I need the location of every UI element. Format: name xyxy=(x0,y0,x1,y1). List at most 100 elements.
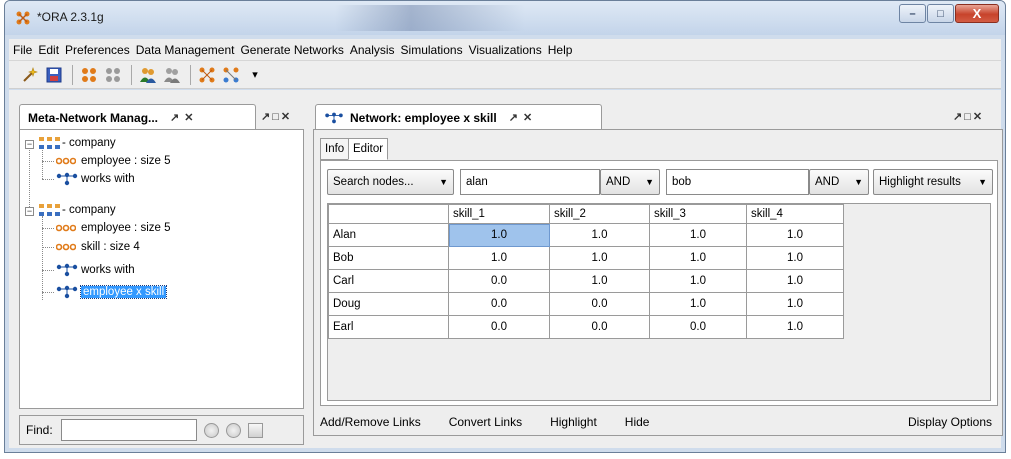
network-editor-dock: Network: employee x skill ↗ ✕ ↗□✕ Info E… xyxy=(313,104,1003,436)
row-header[interactable]: Alan xyxy=(328,223,449,247)
dropdown-value: Highlight results xyxy=(879,176,961,188)
wand-icon[interactable] xyxy=(19,64,41,86)
menu-analysis[interactable]: Analysis xyxy=(350,43,395,57)
tree-item-meta-network[interactable]: - company xyxy=(38,201,116,219)
matrix-cell[interactable]: 0.0 xyxy=(448,269,550,293)
find-options-button[interactable] xyxy=(247,422,263,438)
dock-controls[interactable]: ↗□✕ xyxy=(953,110,984,123)
menu-edit[interactable]: Edit xyxy=(38,43,59,57)
column-header[interactable]: skill_4 xyxy=(746,204,844,224)
column-header[interactable]: skill_3 xyxy=(649,204,747,224)
tab-meta-network-manager[interactable]: Meta-Network Manag... ↗ ✕ xyxy=(19,104,256,130)
chevron-down-icon: ▼ xyxy=(439,177,448,187)
matrix-cell[interactable]: 1.0 xyxy=(746,315,844,339)
close-button[interactable]: X xyxy=(955,4,999,23)
toolbar: ▾ xyxy=(9,61,1001,89)
tab-close-icon[interactable]: ✕ xyxy=(184,111,193,124)
tree-item-network[interactable]: works with xyxy=(56,170,135,188)
tab-close-icon[interactable]: ✕ xyxy=(523,111,532,124)
tab-editor[interactable]: Editor xyxy=(348,138,389,160)
node-set-icon[interactable] xyxy=(78,64,100,86)
matrix-cell[interactable]: 1.0 xyxy=(549,269,650,293)
save-icon[interactable] xyxy=(43,64,65,86)
find-input[interactable] xyxy=(60,419,197,441)
operator-2-dropdown[interactable]: AND ▼ xyxy=(809,169,869,195)
matrix-cell[interactable]: 0.0 xyxy=(448,315,550,339)
matrix-cell[interactable]: 0.0 xyxy=(448,292,550,316)
matrix-cell[interactable]: 0.0 xyxy=(649,315,747,339)
tree-item-meta-network[interactable]: - company xyxy=(38,134,116,152)
collapse-toggle[interactable]: − xyxy=(25,207,34,216)
dock-controls[interactable]: ↗□✕ xyxy=(261,110,292,123)
matrix-cell[interactable]: 1.0 xyxy=(649,269,747,293)
row-header[interactable]: Bob xyxy=(328,246,449,270)
convert-links-button[interactable]: Convert Links xyxy=(449,415,522,429)
input-value: alan xyxy=(466,176,488,188)
network-icon[interactable] xyxy=(196,64,218,86)
operator-1-dropdown[interactable]: AND ▼ xyxy=(600,169,660,195)
tree-item-network[interactable]: works with xyxy=(56,261,135,279)
tree-item-node-set[interactable]: skill : size 4 xyxy=(56,238,140,256)
search-mode-dropdown[interactable]: Search nodes... ▼ xyxy=(327,169,454,195)
matrix-cell[interactable]: 1.0 xyxy=(448,246,550,270)
node-set-gray-icon[interactable] xyxy=(102,64,124,86)
find-next-button[interactable] xyxy=(225,422,241,438)
matrix-cell[interactable]: 1.0 xyxy=(649,292,747,316)
menu-help[interactable]: Help xyxy=(548,43,573,57)
minimize-button[interactable]: – xyxy=(899,4,926,23)
row-header[interactable]: Doug xyxy=(328,292,449,316)
network-dropdown-icon[interactable] xyxy=(220,64,242,86)
column-header[interactable]: skill_2 xyxy=(549,204,650,224)
matrix-cell[interactable]: 0.0 xyxy=(549,292,650,316)
collapse-toggle[interactable]: − xyxy=(25,140,34,149)
agents-icon[interactable] xyxy=(137,64,159,86)
tree-item-label: employee x skill xyxy=(79,285,168,299)
matrix-cell[interactable]: 1.0 xyxy=(746,292,844,316)
matrix-cell[interactable]: 1.0 xyxy=(746,223,844,247)
hide-button[interactable]: Hide xyxy=(625,415,650,429)
app-window: *ORA 2.3.1g – □ X File Edit Preferences … xyxy=(4,0,1006,453)
tab-network-employee-x-skill[interactable]: Network: employee x skill ↗ ✕ xyxy=(315,104,602,130)
tree-item-node-set[interactable]: employee : size 5 xyxy=(56,219,171,237)
column-header[interactable]: skill_1 xyxy=(448,204,550,224)
tree-connector xyxy=(42,270,54,271)
highlight-results-dropdown[interactable]: Highlight results ▼ xyxy=(873,169,993,195)
title-bar[interactable]: *ORA 2.3.1g – □ X xyxy=(5,1,1005,35)
find-previous-button[interactable] xyxy=(203,422,219,438)
meta-network-icon xyxy=(39,137,60,149)
tree-item-network-selected[interactable]: employee x skill xyxy=(56,283,168,301)
menu-visualizations[interactable]: Visualizations xyxy=(469,43,542,57)
row-header[interactable]: Earl xyxy=(328,315,449,339)
highlight-button[interactable]: Highlight xyxy=(550,415,597,429)
matrix-cell[interactable]: 1.0 xyxy=(549,246,650,270)
tree-item-node-set[interactable]: employee : size 5 xyxy=(56,152,171,170)
menu-data-management[interactable]: Data Management xyxy=(136,43,235,57)
menu-preferences[interactable]: Preferences xyxy=(65,43,130,57)
add-remove-links-button[interactable]: Add/Remove Links xyxy=(320,415,421,429)
pin-icon[interactable]: ↗ xyxy=(509,111,518,124)
tree-item-label: employee : size 5 xyxy=(81,222,171,234)
matrix-cell[interactable]: 1.0 xyxy=(549,223,650,247)
pin-icon[interactable]: ↗ xyxy=(170,111,179,124)
matrix-cell[interactable]: 1.0 xyxy=(746,246,844,270)
tab-label: Network: employee x skill xyxy=(350,110,497,125)
tab-info[interactable]: Info xyxy=(320,138,350,160)
toolbar-overflow-icon[interactable]: ▾ xyxy=(244,64,266,86)
agents-gray-icon[interactable] xyxy=(161,64,183,86)
display-options-button[interactable]: Display Options xyxy=(908,415,992,429)
maximize-button[interactable]: □ xyxy=(927,4,954,23)
matrix-cell[interactable]: 1.0 xyxy=(746,269,844,293)
menu-file[interactable]: File xyxy=(13,43,32,57)
search-term-2-input[interactable]: bob xyxy=(666,169,809,195)
search-term-1-input[interactable]: alan xyxy=(460,169,600,195)
tree-connector xyxy=(29,146,30,213)
node-set-icon xyxy=(56,243,76,251)
network-editor-frame: Info Editor Search nodes... ▼ alan AND ▼… xyxy=(313,129,1003,436)
matrix-cell[interactable]: 1.0 xyxy=(649,246,747,270)
menu-generate-networks[interactable]: Generate Networks xyxy=(240,43,343,57)
matrix-cell[interactable]: 0.0 xyxy=(549,315,650,339)
matrix-cell[interactable]: 1.0 xyxy=(649,223,747,247)
matrix-cell-selected[interactable]: 1.0 xyxy=(448,223,550,247)
menu-simulations[interactable]: Simulations xyxy=(401,43,463,57)
row-header[interactable]: Carl xyxy=(328,269,449,293)
